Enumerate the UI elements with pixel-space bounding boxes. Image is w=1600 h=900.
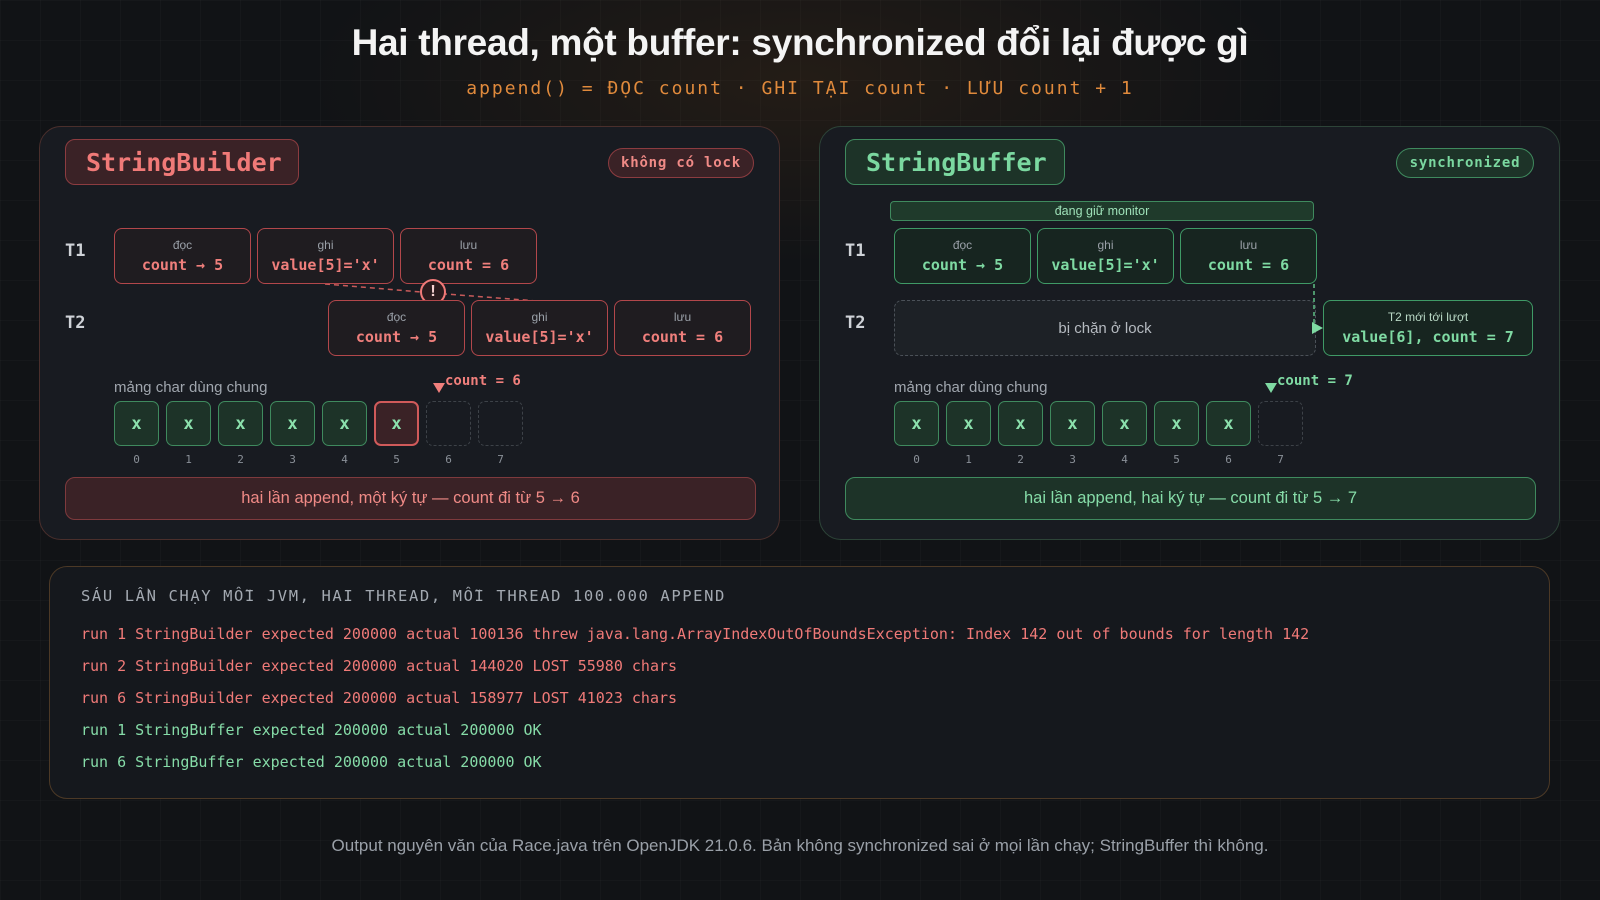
array-index: 1 — [185, 453, 192, 466]
array-index: 4 — [341, 453, 348, 466]
log-line: run 6 StringBuilder expected 200000 actu… — [81, 689, 678, 707]
step-value: value[6], count = 7 — [1342, 328, 1514, 346]
t2-write-step: ghi value[5]='x' — [471, 300, 608, 356]
t1-store-step: lưu count = 6 — [400, 228, 537, 284]
step-value: value[5]='x' — [485, 328, 594, 346]
count-marker: count = 7 — [1277, 373, 1353, 389]
array-index: 3 — [1069, 453, 1076, 466]
summary-banner: hai lần append, một ký tự — count đi từ … — [65, 477, 756, 520]
array-cell: x — [1206, 401, 1251, 446]
page-title: Hai thread, một buffer: synchronized đổi… — [351, 22, 1249, 63]
array-index: 0 — [133, 453, 140, 466]
array-cell: x — [946, 401, 991, 446]
step-label: lưu — [673, 310, 692, 324]
array-cell: x — [270, 401, 315, 446]
array-label: mảng char dùng chung — [114, 379, 268, 396]
t1-read-step: đọc count → 5 — [114, 228, 251, 284]
array-index: 6 — [445, 453, 452, 466]
array-index: 5 — [393, 453, 400, 466]
summary-banner: hai lần append, hai ký tự — count đi từ … — [845, 477, 1536, 520]
t2-read-step: đọc count → 5 — [328, 300, 465, 356]
page-subtitle: append() = ĐỌC count · GHI TẠI count · L… — [466, 78, 1134, 99]
step-label: ghi — [531, 310, 548, 324]
array-cell: x — [322, 401, 367, 446]
step-value: count = 6 — [427, 256, 510, 274]
log-line: run 6 StringBuffer expected 200000 actua… — [81, 753, 542, 771]
array-index: 2 — [237, 453, 244, 466]
step-label: lưu — [459, 238, 478, 252]
array-cell: x — [218, 401, 263, 446]
footer-caption: Output nguyên văn của Race.java trên Ope… — [331, 836, 1269, 855]
array-cell: x — [166, 401, 211, 446]
count-pointer-icon — [433, 383, 445, 393]
t2-store-step: lưu count = 6 — [614, 300, 751, 356]
array-cell: x — [1102, 401, 1147, 446]
stringbuilder-panel: StringBuilder không có lock T1 T2 đọc co… — [39, 126, 780, 540]
step-label: đọc — [386, 310, 407, 324]
log-line: run 1 StringBuilder expected 200000 actu… — [81, 625, 1310, 643]
array-index: 7 — [1277, 453, 1284, 466]
array-label: mảng char dùng chung — [894, 379, 1048, 396]
count-marker: count = 6 — [445, 373, 521, 389]
array-cell-overwritten: x — [374, 401, 419, 446]
array-index: 0 — [913, 453, 920, 466]
t1-write-step: ghi value[5]='x' — [257, 228, 394, 284]
step-value: count = 6 — [641, 328, 724, 346]
array-cell-empty — [1258, 401, 1303, 446]
array-index: 7 — [497, 453, 504, 466]
log-line: run 1 StringBuffer expected 200000 actua… — [81, 721, 542, 739]
array-index: 4 — [1121, 453, 1128, 466]
array-index: 1 — [965, 453, 972, 466]
array-cell: x — [998, 401, 1043, 446]
step-value: count → 5 — [355, 328, 438, 346]
step-value: value[5]='x' — [271, 256, 380, 274]
count-pointer-icon — [1265, 383, 1277, 393]
array-cell: x — [1050, 401, 1095, 446]
array-cell: x — [114, 401, 159, 446]
array-index: 6 — [1225, 453, 1232, 466]
step-label: T2 mới tới lượt — [1387, 310, 1469, 324]
step-label: đọc — [172, 238, 193, 252]
array-cell: x — [894, 401, 939, 446]
array-cell: x — [1154, 401, 1199, 446]
step-label: ghi — [317, 238, 334, 252]
array-index: 3 — [289, 453, 296, 466]
stringbuffer-panel: StringBuffer synchronized đang giữ monit… — [819, 126, 1560, 540]
run-log-panel: SÁU LẦN CHẠY MỖI JVM, HAI THREAD, MỖI TH… — [49, 566, 1550, 799]
array-index: 5 — [1173, 453, 1180, 466]
log-line: run 2 StringBuilder expected 200000 actu… — [81, 657, 678, 675]
step-value: count → 5 — [141, 256, 224, 274]
array-index: 2 — [1017, 453, 1024, 466]
log-title: SÁU LẦN CHẠY MỖI JVM, HAI THREAD, MỖI TH… — [81, 587, 726, 605]
array-cell-empty — [426, 401, 471, 446]
t2-turn-step: T2 mới tới lượt value[6], count = 7 — [1323, 300, 1533, 356]
array-cell-empty — [478, 401, 523, 446]
